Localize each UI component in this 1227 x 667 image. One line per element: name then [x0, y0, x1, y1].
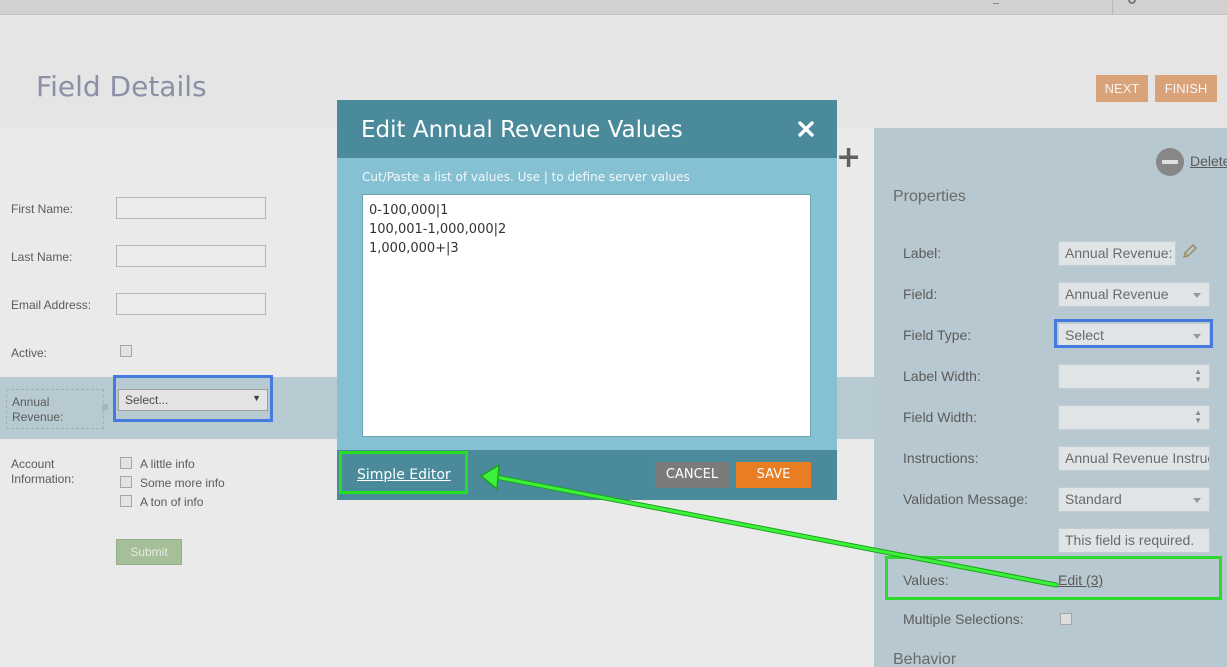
modal-title: Edit Annual Revenue Values [361, 117, 683, 143]
value-line: 1,000,000+|3 [369, 241, 459, 256]
value-line: 0-100,000|1 [369, 203, 449, 218]
save-button[interactable]: SAVE [736, 462, 811, 488]
value-line: 100,001-1,000,000|2 [369, 222, 507, 237]
cancel-button[interactable]: CANCEL [655, 462, 729, 488]
modal-hint: Cut/Paste a list of values. Use | to def… [362, 170, 690, 184]
edit-values-modal: Edit Annual Revenue Values Cut/Paste a l… [337, 100, 837, 500]
close-icon[interactable] [797, 120, 815, 138]
values-textarea[interactable]: 0-100,000|1 100,001-1,000,000|2 1,000,00… [362, 194, 811, 437]
modal-header: Edit Annual Revenue Values [337, 100, 837, 158]
highlight-box-simple-editor [339, 451, 468, 494]
